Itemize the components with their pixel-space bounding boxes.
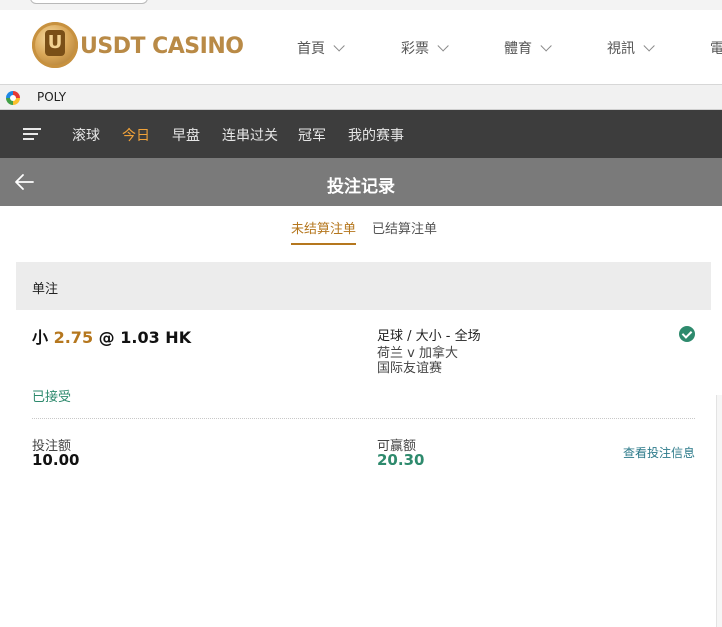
potential-win-value: 20.30 bbox=[377, 451, 425, 469]
tab-in-play[interactable]: 滚球 bbox=[72, 125, 100, 145]
tab-my-events[interactable]: 我的赛事 bbox=[348, 125, 404, 145]
tab-early[interactable]: 早盘 bbox=[172, 125, 200, 145]
view-bet-details-link[interactable]: 查看投注信息 bbox=[623, 444, 695, 461]
bet-type-label: 单注 bbox=[32, 282, 59, 297]
browser-top-strip bbox=[0, 0, 722, 10]
frame-title: POLY bbox=[37, 90, 67, 104]
nav-sports[interactable]: 體育 bbox=[504, 38, 552, 58]
tab-outright[interactable]: 冠军 bbox=[298, 125, 326, 145]
league-name: 国际友谊赛 bbox=[377, 361, 443, 376]
selection-line: 2.75 bbox=[53, 328, 94, 347]
casino-header: U USDT CASINO 首頁 彩票 體育 視訊 電 bbox=[0, 10, 722, 84]
nav-label: 視訊 bbox=[607, 41, 635, 57]
tab-settled-bets[interactable]: 已结算注单 bbox=[372, 218, 437, 237]
casino-logo-icon[interactable]: U bbox=[32, 22, 78, 68]
active-tab-indicator bbox=[291, 243, 356, 245]
stake-value: 10.00 bbox=[32, 451, 80, 469]
nav-label: 電 bbox=[710, 41, 722, 57]
chevron-down-icon bbox=[333, 40, 345, 52]
page-title: 投注记录 bbox=[327, 177, 395, 197]
bet-card-header: 单注 bbox=[16, 262, 711, 310]
chevron-down-icon bbox=[643, 40, 655, 52]
odds-format: HK bbox=[165, 328, 192, 347]
frame-title-bar: POLY bbox=[0, 84, 722, 110]
nav-home[interactable]: 首頁 bbox=[297, 38, 345, 58]
nav-live-video[interactable]: 視訊 bbox=[607, 38, 655, 58]
tab-today[interactable]: 今日 bbox=[122, 125, 150, 145]
scrollbar[interactable] bbox=[716, 395, 722, 627]
nav-electronic[interactable]: 電 bbox=[710, 38, 722, 58]
at-symbol: @ bbox=[98, 328, 115, 347]
address-bar-edge[interactable] bbox=[30, 0, 148, 4]
divider bbox=[32, 418, 695, 419]
odds-value: 1.03 bbox=[120, 328, 160, 347]
tab-parlay[interactable]: 连串过关 bbox=[222, 125, 278, 145]
nav-label: 體育 bbox=[504, 41, 532, 57]
nav-label: 首頁 bbox=[297, 41, 325, 57]
hamburger-menu-icon[interactable] bbox=[23, 128, 41, 140]
chevron-down-icon bbox=[437, 40, 449, 52]
sports-nav-bar: 滚球 今日 早盘 连串过关 冠军 我的赛事 bbox=[0, 110, 722, 158]
bet-selection: 小 2.75 @ 1.03 HK bbox=[32, 324, 191, 348]
selection-name: 小 bbox=[32, 328, 49, 347]
nav-label: 彩票 bbox=[401, 41, 429, 57]
tab-unsettled-bets[interactable]: 未结算注单 bbox=[291, 218, 356, 237]
bet-status: 已接受 bbox=[32, 390, 72, 405]
chevron-down-icon bbox=[540, 40, 552, 52]
page-header: 投注记录 bbox=[0, 158, 722, 206]
casino-brand-name[interactable]: USDT CASINO bbox=[80, 34, 244, 59]
check-circle-icon bbox=[679, 326, 695, 342]
nav-lottery[interactable]: 彩票 bbox=[401, 38, 449, 58]
app-logo-icon bbox=[6, 91, 20, 105]
